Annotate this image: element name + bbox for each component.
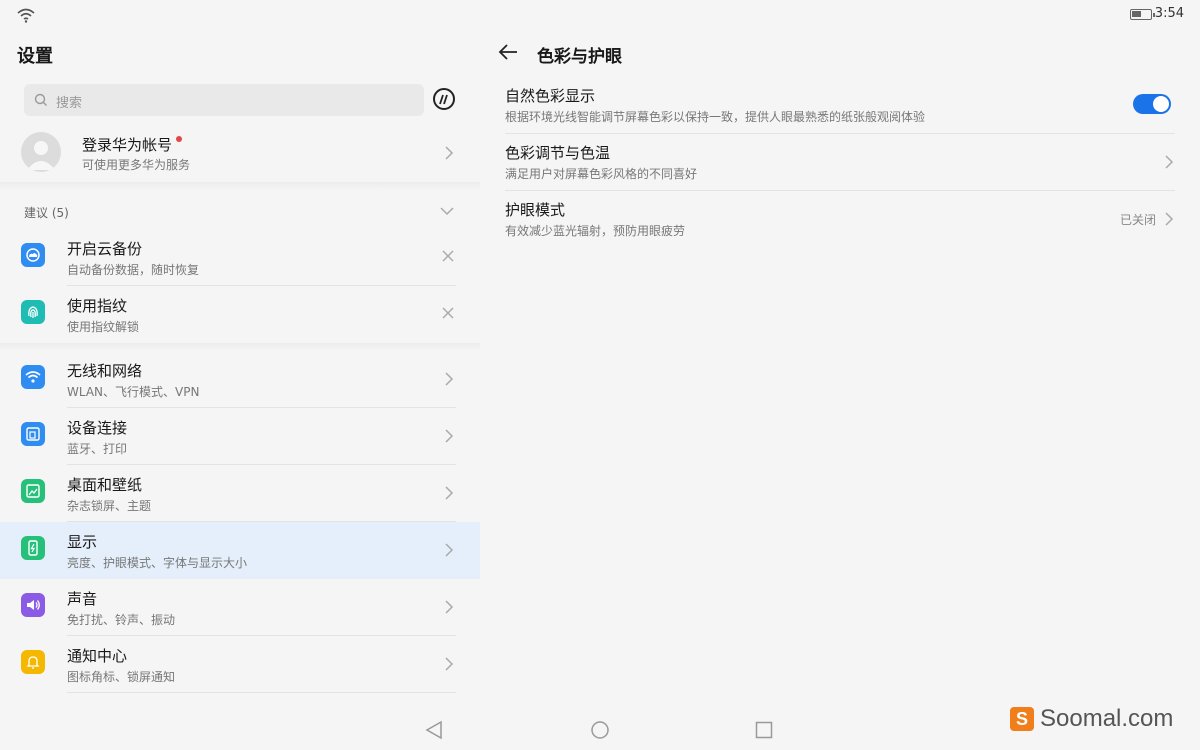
soomal-logo-icon: S (1010, 707, 1034, 731)
chevron-right-icon (445, 657, 454, 671)
item-subtitle: 有效减少蓝光辐射，预防用眼疲劳 (505, 224, 686, 238)
eye-comfort-row[interactable]: 护眼模式 有效减少蓝光辐射，预防用眼疲劳 已关闭 (480, 191, 1200, 248)
eye-comfort-status: 已关闭 (1119, 213, 1156, 227)
settings-item-sound[interactable]: 声音 免打扰、铃声、振动 (0, 579, 480, 636)
settings-list-pane: 设置 搜索 登录华为帐号 可使用更多华为服务 建议 (5) 开启云备份 自动备份… (0, 30, 480, 700)
item-subtitle: 蓝牙、打印 (67, 442, 128, 456)
item-title: 使用指纹 (67, 297, 128, 315)
chevron-right-icon (1165, 212, 1174, 226)
item-subtitle: 自动备份数据，随时恢复 (67, 263, 200, 277)
wifi-icon (21, 365, 45, 389)
item-title: 护眼模式 (505, 201, 566, 219)
divider (0, 343, 480, 351)
chevron-down-icon[interactable] (440, 206, 454, 216)
chevron-right-icon (445, 543, 454, 557)
item-subtitle: 满足用户对屏幕色彩风格的不同喜好 (505, 167, 698, 181)
chevron-right-icon (1165, 155, 1174, 169)
battery-icon (1130, 9, 1155, 20)
item-title: 桌面和壁纸 (67, 476, 143, 494)
natural-color-row[interactable]: 自然色彩显示 根据环境光线智能调节屏幕色彩以保持一致，提供人眼最熟悉的纸张般观阅… (480, 77, 1200, 134)
chevron-right-icon (445, 486, 454, 500)
divider (0, 182, 480, 190)
settings-item-notifications[interactable]: 通知中心 图标角标、锁屏通知 (0, 636, 480, 693)
search-icon (34, 93, 47, 106)
screen: 3:54 设置 搜索 登录华为帐号 可使用更多华为服务 建议 (5) 开启云备份… (0, 0, 1200, 750)
toggle-knob (1153, 96, 1169, 112)
account-title-text: 登录华为帐号 (82, 136, 173, 154)
account-subtitle: 可使用更多华为服务 (82, 158, 191, 172)
back-arrow-icon[interactable] (498, 43, 518, 61)
settings-item-device-connection[interactable]: 设备连接 蓝牙、打印 (0, 408, 480, 465)
suggestion-fingerprint[interactable]: 使用指纹 使用指纹解锁 (0, 286, 480, 343)
page-title: 设置 (17, 46, 53, 67)
suggestion-cloud-backup[interactable]: 开启云备份 自动备份数据，随时恢复 (0, 229, 480, 286)
chevron-right-icon (445, 429, 454, 443)
clock: 3:54 (1154, 6, 1184, 21)
cloud-backup-icon (21, 243, 45, 267)
fingerprint-icon (21, 300, 45, 324)
navigation-bar: S Soomal.com (0, 700, 1200, 750)
item-title: 无线和网络 (67, 362, 143, 380)
search-input[interactable]: 搜索 (24, 84, 424, 116)
unread-dot (176, 136, 183, 142)
settings-item-display[interactable]: 显示 亮度、护眼模式、字体与显示大小 (0, 522, 480, 579)
settings-item-wallpaper[interactable]: 桌面和壁纸 杂志锁屏、主题 (0, 465, 480, 522)
settings-item-apps[interactable]: 应用 (0, 693, 480, 700)
natural-color-toggle[interactable] (1133, 94, 1171, 114)
sound-icon (21, 593, 45, 617)
item-subtitle: 根据环境光线智能调节屏幕色彩以保持一致，提供人眼最熟悉的纸张般观阅体验 (505, 110, 926, 124)
ai-assistant-icon[interactable] (433, 88, 455, 110)
avatar (21, 132, 61, 172)
item-subtitle: 杂志锁屏、主题 (67, 499, 152, 513)
account-row[interactable]: 登录华为帐号 可使用更多华为服务 (0, 126, 480, 184)
chevron-right-icon (445, 600, 454, 614)
chevron-right-icon (445, 372, 454, 386)
item-title: 声音 (67, 590, 98, 608)
item-title: 设备连接 (67, 419, 128, 437)
status-bar: 3:54 (0, 0, 1200, 30)
notification-icon (21, 650, 45, 674)
close-icon[interactable] (442, 250, 454, 262)
detail-title: 色彩与护眼 (537, 47, 622, 67)
nav-recents-icon[interactable] (755, 721, 773, 739)
wifi-signal-icon (17, 8, 35, 23)
item-subtitle: 图标角标、锁屏通知 (67, 670, 176, 684)
watermark-text: Soomal.com (1040, 705, 1174, 732)
account-title: 登录华为帐号 (82, 134, 183, 155)
close-icon[interactable] (442, 307, 454, 319)
item-subtitle: 使用指纹解锁 (67, 320, 140, 334)
display-icon (21, 536, 45, 560)
item-title: 通知中心 (67, 647, 128, 665)
search-placeholder: 搜索 (56, 96, 83, 111)
item-title: 自然色彩显示 (505, 87, 596, 105)
device-connection-icon (21, 422, 45, 446)
item-title: 显示 (67, 533, 98, 551)
item-subtitle: 亮度、护眼模式、字体与显示大小 (67, 556, 248, 570)
item-subtitle: WLAN、飞行模式、VPN (67, 385, 200, 399)
item-title: 开启云备份 (67, 240, 143, 258)
wallpaper-icon (21, 479, 45, 503)
settings-item-wireless[interactable]: 无线和网络 WLAN、飞行模式、VPN (0, 351, 480, 408)
detail-pane: 色彩与护眼 自然色彩显示 根据环境光线智能调节屏幕色彩以保持一致，提供人眼最熟悉… (480, 30, 1200, 700)
item-subtitle: 免打扰、铃声、振动 (67, 613, 176, 627)
chevron-right-icon (445, 146, 454, 160)
nav-home-icon[interactable] (590, 720, 610, 740)
color-temperature-row[interactable]: 色彩调节与色温 满足用户对屏幕色彩风格的不同喜好 (480, 134, 1200, 191)
nav-back-icon[interactable] (425, 720, 443, 740)
suggestions-header: 建议 (5) (24, 206, 69, 220)
item-title: 色彩调节与色温 (505, 144, 611, 162)
